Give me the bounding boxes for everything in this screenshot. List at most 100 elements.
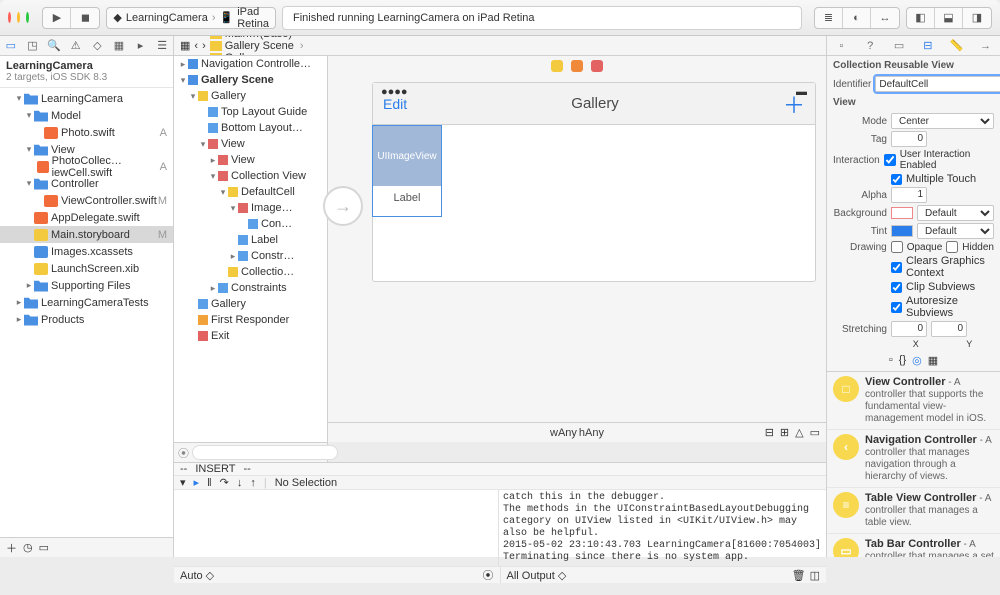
file-row[interactable]: PhotoCollec…iewCell.swiftA xyxy=(0,158,173,175)
continue-icon[interactable]: ‖ xyxy=(207,477,212,489)
project-header[interactable]: LearningCamera 2 targets, iOS SDK 8.3 xyxy=(0,56,173,88)
cgc-checkbox[interactable] xyxy=(891,262,902,273)
outline-row[interactable]: Bottom Layout… xyxy=(174,120,327,136)
autoresize-checkbox[interactable] xyxy=(891,302,902,313)
breadcrumb[interactable]: Gallery Scene xyxy=(210,40,320,52)
find-nav-icon[interactable]: 🔍 xyxy=(47,39,61,53)
alpha-stepper[interactable]: 1 xyxy=(891,187,927,203)
prototype-cell[interactable]: UIImageView Label xyxy=(372,125,442,217)
add-icon[interactable]: ＋ xyxy=(6,540,17,556)
canvas-responder-icon[interactable] xyxy=(571,60,583,72)
hidden-checkbox[interactable] xyxy=(946,241,958,253)
project-nav-icon[interactable]: ▭ xyxy=(4,39,18,53)
tint-select[interactable]: Default xyxy=(917,223,994,239)
outline-row[interactable]: Collectio… xyxy=(174,264,327,280)
file-row[interactable]: ▸Supporting Files xyxy=(0,277,173,294)
filter-recent-icon[interactable]: ◷ xyxy=(23,541,33,554)
segue-dock-icon[interactable]: → xyxy=(323,186,363,226)
right-panel-icon[interactable]: ◨ xyxy=(963,8,991,28)
resolve-icon[interactable]: △ xyxy=(795,426,803,439)
step-out-icon[interactable]: ↑ xyxy=(250,477,256,489)
align-icon[interactable]: ⊟ xyxy=(765,426,774,439)
console-scope[interactable]: All Output ◇ xyxy=(507,569,567,582)
vars-filter-icon[interactable]: ⦿ xyxy=(483,567,494,583)
file-row[interactable]: Main.storyboardM xyxy=(0,226,173,243)
canvas-exit-icon[interactable] xyxy=(591,60,603,72)
filter-icon[interactable]: ⦿ xyxy=(178,445,189,461)
library-item[interactable]: ▭Tab Bar Controller - A controller that … xyxy=(827,534,1000,557)
outline-row[interactable]: ▾Collection View xyxy=(174,168,327,184)
step-over-icon[interactable]: ↷ xyxy=(220,476,229,489)
file-row[interactable]: ViewController.swiftM xyxy=(0,192,173,209)
file-row[interactable]: LaunchScreen.xib xyxy=(0,260,173,277)
variables-view[interactable] xyxy=(174,490,499,566)
multitouch-checkbox[interactable] xyxy=(891,174,902,185)
tag-stepper[interactable]: 0 xyxy=(891,131,927,147)
symbol-nav-icon[interactable]: ◳ xyxy=(25,39,39,53)
outline-row[interactable]: ▸Navigation Controlle… xyxy=(174,56,327,72)
console-output[interactable]: catch this in the debugger. The methods … xyxy=(499,490,826,566)
outline-row[interactable]: Top Layout Guide xyxy=(174,104,327,120)
standard-editor-icon[interactable]: ≣ xyxy=(815,8,843,28)
run-button[interactable]: ▶ xyxy=(43,8,71,28)
close-window-icon[interactable] xyxy=(8,12,11,23)
breakpoint-nav-icon[interactable]: ▸ xyxy=(134,39,148,53)
panels-icon[interactable]: ◫ xyxy=(810,569,820,582)
bg-swatch[interactable] xyxy=(891,207,913,219)
outline-row[interactable]: First Responder xyxy=(174,312,327,328)
pin-icon[interactable]: ⊞ xyxy=(780,426,789,439)
canvas-item-icon[interactable] xyxy=(551,60,563,72)
object-lib-icon[interactable]: ◎ xyxy=(912,354,922,367)
report-nav-icon[interactable]: ☰ xyxy=(155,39,169,53)
help-inspector-icon[interactable]: ? xyxy=(863,39,877,53)
outline-row[interactable]: ▾Gallery Scene xyxy=(174,72,327,88)
file-row[interactable]: AppDelegate.swift xyxy=(0,209,173,226)
file-template-icon[interactable]: ▫ xyxy=(889,354,893,367)
left-panel-icon[interactable]: ◧ xyxy=(907,8,935,28)
hide-debug-icon[interactable]: ▾ xyxy=(180,476,186,489)
resizing-icon[interactable]: ▭ xyxy=(810,426,820,439)
library-item[interactable]: ‹Navigation Controller - A controller th… xyxy=(827,430,1000,488)
debug-nav-icon[interactable]: ▦ xyxy=(112,39,126,53)
forward-icon[interactable]: › xyxy=(202,40,206,52)
size-inspector-icon[interactable]: 📏 xyxy=(950,39,964,53)
file-row[interactable]: Images.xcassets xyxy=(0,243,173,260)
file-inspector-icon[interactable]: ▫ xyxy=(834,39,848,53)
connections-inspector-icon[interactable]: → xyxy=(979,39,993,53)
outline-row[interactable]: ▸View xyxy=(174,152,327,168)
assistant-editor-icon[interactable]: ◐ xyxy=(843,8,871,28)
minimize-window-icon[interactable] xyxy=(17,12,20,23)
file-row[interactable]: Photo.swiftA xyxy=(0,124,173,141)
media-lib-icon[interactable]: ▦ xyxy=(928,354,938,367)
outline-row[interactable]: Label xyxy=(174,232,327,248)
outline-row[interactable]: Exit xyxy=(174,328,327,344)
uie-checkbox[interactable] xyxy=(884,154,896,166)
breakpoints-toggle-icon[interactable]: ▸ xyxy=(194,476,200,489)
attributes-inspector-icon[interactable]: ⊟ xyxy=(921,39,935,53)
identity-inspector-icon[interactable]: ▭ xyxy=(892,39,906,53)
mode-select[interactable]: Center xyxy=(891,113,994,129)
file-row[interactable]: ▸Products xyxy=(0,311,173,328)
scheme-selector[interactable]: ◆ LearningCamera › 📱 iPad Retina xyxy=(106,7,276,29)
outline-row[interactable]: ▾Image… xyxy=(174,200,327,216)
ib-canvas[interactable]: ●●●● ▬ Edit Gallery ＋ UIImageView Label … xyxy=(328,56,826,442)
code-snippet-icon[interactable]: {} xyxy=(899,354,906,367)
outline-filter-input[interactable] xyxy=(192,445,338,460)
clip-checkbox[interactable] xyxy=(891,282,902,293)
variables-scope[interactable]: Auto ◇ xyxy=(180,569,214,582)
identifier-field[interactable] xyxy=(875,76,1000,92)
outline-row[interactable]: ▸Constraints xyxy=(174,280,327,296)
outline-row[interactable]: ▾DefaultCell xyxy=(174,184,327,200)
zoom-window-icon[interactable] xyxy=(26,12,29,23)
version-editor-icon[interactable]: ↔ xyxy=(871,8,899,28)
tint-swatch[interactable] xyxy=(891,225,913,237)
related-items-icon[interactable]: ▦ xyxy=(180,39,190,52)
outline-row[interactable]: Con… xyxy=(174,216,327,232)
filter-scm-icon[interactable]: ▭ xyxy=(39,541,49,554)
outline-row[interactable]: Gallery xyxy=(174,296,327,312)
clear-console-icon[interactable]: 🗑 xyxy=(792,569,806,582)
stretch-x[interactable]: 0 xyxy=(891,321,927,337)
opaque-checkbox[interactable] xyxy=(891,241,903,253)
file-row[interactable]: ▸LearningCameraTests xyxy=(0,294,173,311)
back-icon[interactable]: ‹ xyxy=(194,40,198,52)
